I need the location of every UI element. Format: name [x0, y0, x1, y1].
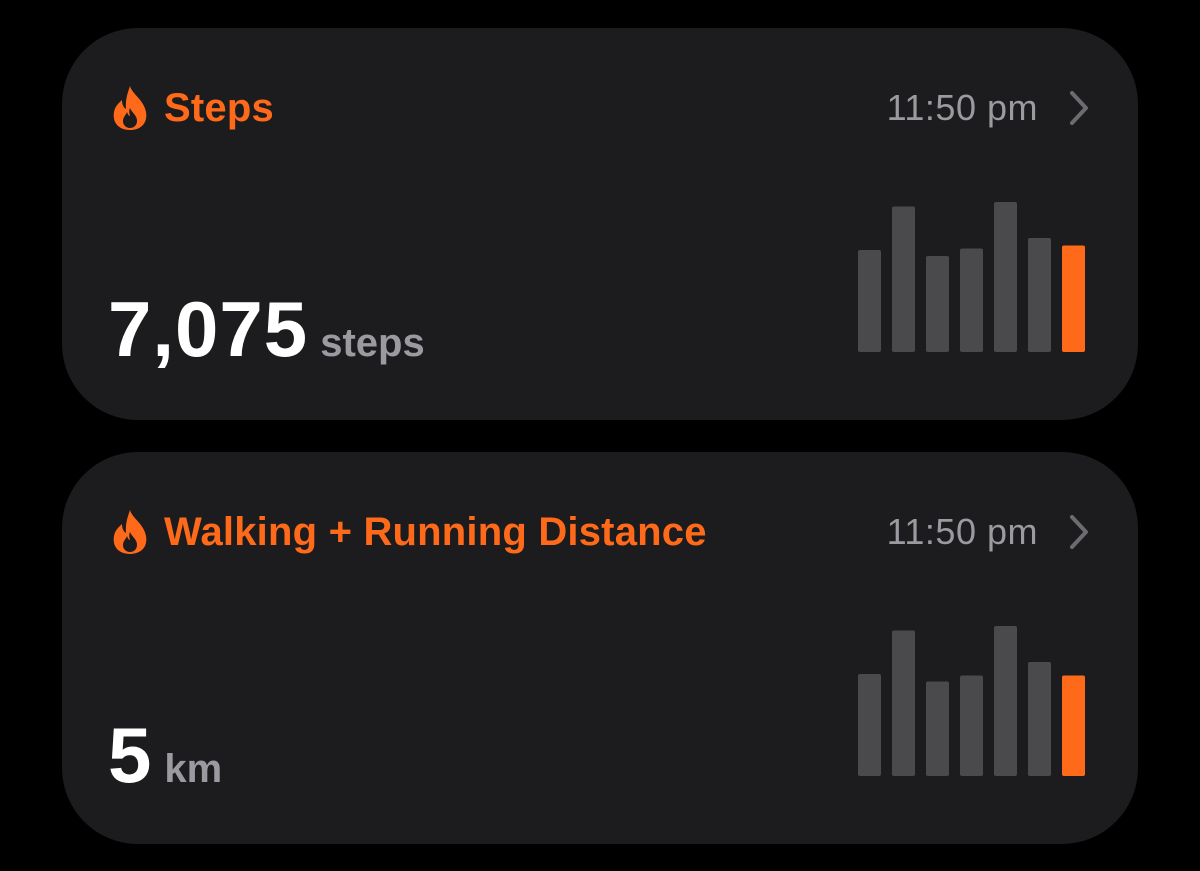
card-header: Steps 11:50 pm — [110, 80, 1090, 136]
metric-value-row: 7,075 steps — [108, 284, 425, 375]
card-header: Walking + Running Distance 11:50 pm — [110, 504, 1090, 560]
bar — [858, 674, 881, 776]
bar — [892, 630, 915, 776]
bar — [926, 681, 949, 776]
bar — [960, 248, 983, 352]
timestamp: 11:50 pm — [886, 511, 1038, 552]
flame-icon — [113, 86, 147, 130]
bar — [994, 202, 1017, 352]
bar — [1028, 662, 1051, 776]
metric-value: 5 — [108, 711, 153, 799]
mini-bar-chart — [858, 202, 1085, 352]
chevron-right-icon[interactable] — [1068, 90, 1090, 126]
title-group: Steps — [110, 84, 274, 132]
metric-value-row: 5 km — [108, 710, 222, 801]
bar — [892, 206, 915, 352]
steps-card[interactable]: Steps 11:50 pm 7,075 steps — [62, 28, 1138, 420]
bar — [1028, 238, 1051, 352]
bar-today — [1062, 675, 1085, 776]
bar-today — [1062, 245, 1085, 352]
walking-running-distance-card[interactable]: Walking + Running Distance 11:50 pm 5 km — [62, 452, 1138, 844]
metric-unit: km — [164, 747, 223, 791]
card-title: Walking + Running Distance — [164, 509, 707, 554]
card-title: Steps — [164, 85, 274, 130]
bar — [994, 626, 1017, 776]
metric-unit: steps — [320, 321, 425, 365]
card-meta: 11:50 pm — [887, 511, 1090, 553]
bar — [960, 675, 983, 776]
flame-icon — [113, 510, 147, 554]
chevron-right-icon[interactable] — [1068, 514, 1090, 550]
metric-value: 7,075 — [108, 285, 309, 373]
timestamp: 11:50 pm — [886, 87, 1038, 128]
title-group: Walking + Running Distance — [110, 508, 707, 556]
bar — [858, 250, 881, 352]
bar — [926, 256, 949, 352]
card-meta: 11:50 pm — [887, 87, 1090, 129]
mini-bar-chart — [858, 626, 1085, 776]
